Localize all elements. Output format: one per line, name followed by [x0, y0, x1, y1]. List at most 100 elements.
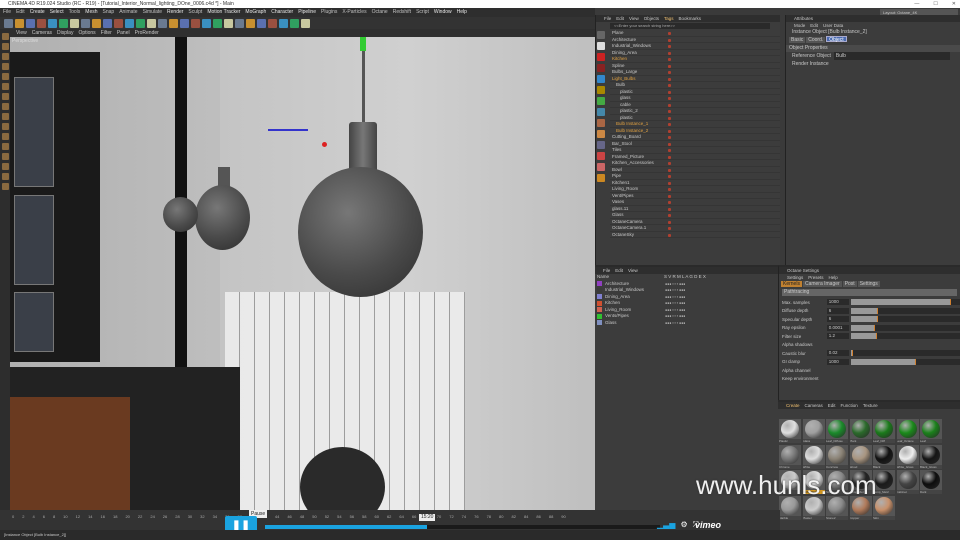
object-tool-icon[interactable]: [597, 163, 605, 171]
menu-item[interactable]: Simulate: [143, 8, 162, 17]
menu-edit[interactable]: Edit: [615, 267, 623, 274]
material-swatch[interactable]: Concrete: [826, 444, 848, 469]
toolbar-button[interactable]: [70, 18, 79, 28]
tool-button[interactable]: [1, 83, 9, 90]
menu-item[interactable]: Pipeline: [298, 8, 316, 17]
material-swatch[interactable]: Leaf_Diffuse: [826, 419, 848, 443]
toolbar-button[interactable]: [26, 18, 35, 28]
param-slider[interactable]: [850, 358, 960, 365]
tab-settings[interactable]: Settings: [857, 281, 880, 287]
material-swatch[interactable]: Wood: [849, 444, 872, 469]
param-value-input[interactable]: 1000: [826, 299, 849, 306]
toolbar-button[interactable]: [136, 18, 145, 28]
tab-basic[interactable]: Basic: [789, 37, 806, 43]
visibility-dot[interactable]: [668, 32, 671, 35]
tool-button[interactable]: [1, 113, 9, 120]
material-swatch[interactable]: Black: [873, 444, 895, 469]
object-tool-icon[interactable]: [597, 64, 605, 72]
material-swatch[interactable]: Glass: [802, 419, 825, 443]
visibility-dot[interactable]: [668, 227, 671, 230]
object-tool-icon[interactable]: [597, 152, 605, 160]
toolbar-button[interactable]: [213, 18, 222, 28]
material-swatch[interactable]: Leaf_Diff: [873, 419, 895, 443]
toolbar-button[interactable]: [246, 18, 255, 28]
visibility-dot[interactable]: [668, 123, 671, 126]
viewport-menu-item[interactable]: Filter: [101, 29, 112, 37]
object-tool-icon[interactable]: [597, 31, 605, 39]
alpha-shadows-checkbox[interactable]: Alpha shadows: [779, 341, 960, 350]
param-slider[interactable]: [850, 307, 960, 314]
param-slider[interactable]: [850, 324, 960, 331]
layer-flags-icon[interactable]: ●●● ▪ ▪ ▪ ●●●: [665, 320, 685, 327]
toolbar-button[interactable]: [37, 18, 46, 28]
tool-button[interactable]: [1, 153, 9, 160]
toolbar-button[interactable]: [169, 18, 178, 28]
object-tool-icon[interactable]: [597, 130, 605, 138]
toolbar-button[interactable]: [59, 18, 68, 28]
tool-button[interactable]: [1, 53, 9, 60]
viewport-menu-item[interactable]: Panel: [117, 29, 130, 37]
menu-item[interactable]: Mesh: [85, 8, 97, 17]
visibility-dot[interactable]: [668, 58, 671, 61]
tab-object[interactable]: Object: [826, 36, 847, 43]
menu-item[interactable]: MoGraph: [245, 8, 266, 17]
object-menu-item[interactable]: Edit: [616, 15, 624, 22]
toolbar-button[interactable]: [235, 18, 244, 28]
tab-post[interactable]: Post: [842, 281, 857, 287]
material-swatch[interactable]: Leaf: [920, 419, 942, 443]
y-axis-handle[interactable]: [360, 37, 366, 51]
menu-item[interactable]: X-Particles: [342, 8, 366, 17]
minimize-button[interactable]: —: [914, 0, 919, 8]
visibility-dot[interactable]: [668, 116, 671, 120]
visibility-dot[interactable]: [668, 188, 671, 191]
visibility-dot[interactable]: [668, 233, 671, 237]
toolbar-button[interactable]: [257, 18, 266, 28]
object-menu-item[interactable]: Bookmarks: [679, 15, 702, 22]
object-tool-icon[interactable]: [597, 97, 605, 105]
tool-button[interactable]: [1, 143, 9, 150]
visibility-dot[interactable]: [668, 214, 671, 217]
menu-item[interactable]: Select: [50, 8, 64, 17]
tool-button[interactable]: [1, 93, 9, 100]
maximize-button[interactable]: ☐: [933, 0, 937, 8]
menu-edit[interactable]: Edit: [810, 22, 818, 29]
visibility-dot[interactable]: [668, 45, 671, 48]
material-menu-item[interactable]: Cameras: [805, 402, 823, 409]
visibility-dot[interactable]: [668, 168, 671, 172]
menu-item[interactable]: Create: [30, 8, 45, 17]
toolbar-button[interactable]: [103, 18, 112, 28]
option-checkbox[interactable]: Alpha channel: [779, 366, 960, 375]
toolbar-button[interactable]: [158, 18, 167, 28]
visibility-dot[interactable]: [668, 51, 671, 55]
material-swatch[interactable]: Leaf_Octane: [896, 419, 919, 443]
menu-settings[interactable]: Settings: [787, 274, 803, 281]
toolbar-button[interactable]: [147, 18, 156, 28]
menu-user-data[interactable]: User Data: [823, 22, 843, 29]
menu-item[interactable]: Redshift: [393, 8, 411, 17]
object-tool-icon[interactable]: [597, 174, 605, 182]
tool-button[interactable]: [1, 103, 9, 110]
close-button[interactable]: ✕: [952, 0, 956, 8]
menu-item[interactable]: Character: [271, 8, 293, 17]
layer-row[interactable]: Glass ●●● ▪ ▪ ▪ ●●●: [595, 320, 778, 327]
visibility-dot[interactable]: [668, 155, 671, 159]
visibility-dot[interactable]: [668, 149, 671, 152]
material-swatch[interactable]: Chrome: [779, 444, 801, 469]
material-swatch[interactable]: Dark: [920, 470, 942, 494]
object-menu-item[interactable]: Tags: [664, 15, 674, 22]
settings-gear-icon[interactable]: ⚙: [680, 520, 687, 530]
visibility-dot[interactable]: [668, 207, 671, 211]
visibility-dot[interactable]: [668, 71, 671, 74]
viewport[interactable]: Perspective: [10, 37, 595, 510]
viewport-menu-item[interactable]: Display: [57, 29, 73, 37]
param-slider[interactable]: [850, 316, 960, 323]
toolbar-button[interactable]: [191, 18, 200, 28]
material-swatch[interactable]: Plant: [849, 419, 872, 443]
visibility-dot[interactable]: [668, 194, 671, 198]
tool-button[interactable]: [1, 63, 9, 70]
tool-button[interactable]: [1, 123, 9, 130]
menu-item[interactable]: Edit: [16, 8, 25, 17]
toolbar-button[interactable]: [81, 18, 90, 28]
visibility-dot[interactable]: [668, 142, 671, 146]
viewport-menu-item[interactable]: Cameras: [32, 29, 52, 37]
